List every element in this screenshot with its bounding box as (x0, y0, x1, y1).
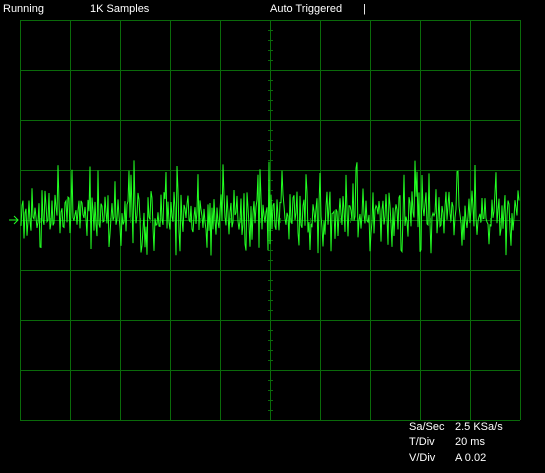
channel-a-ground-marker-icon (9, 215, 19, 225)
time-div-value: 20 ms (455, 436, 485, 448)
volt-div-value: A 0.02 (455, 452, 487, 464)
time-div-label: T/Div (409, 436, 435, 448)
sample-rate-value: 2.5 KSa/s (455, 421, 503, 433)
sample-rate-label: Sa/Sec (409, 421, 445, 433)
volt-div-label: V/Div (409, 452, 436, 464)
scope-screen (9, 20, 521, 421)
